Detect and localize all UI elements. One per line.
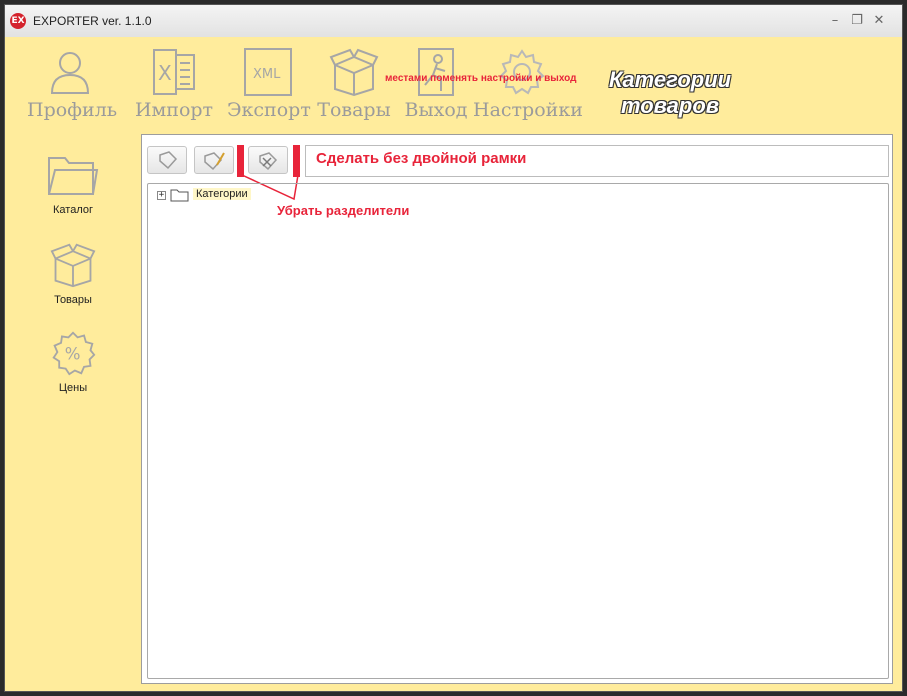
app-logo-icon: EX (10, 13, 26, 29)
person-icon (50, 52, 90, 94)
sidebar-item-goods[interactable]: Товары (5, 242, 141, 306)
folder-icon (48, 157, 99, 195)
toolbar-label: Экспорт (227, 99, 311, 121)
content-area: Сделать без двойной рамки Убрать раздели… (141, 134, 902, 691)
toolbar-goods-button[interactable]: Товары (315, 47, 393, 121)
edit-category-button[interactable] (194, 146, 234, 174)
toolbar-exit-button[interactable]: Выход (398, 47, 474, 121)
toolbar-import-button[interactable]: X Импорт (133, 47, 215, 121)
annotation-categories-heading: Категории товаров (608, 67, 732, 118)
box-icon (329, 48, 379, 97)
toolbar-label: Импорт (134, 99, 214, 121)
close-icon[interactable]: ✕ (871, 13, 887, 29)
add-category-button[interactable] (147, 146, 187, 174)
title-bar[interactable]: EX EXPORTER ver. 1.1.0 – ❐ ✕ (5, 5, 902, 38)
annotation-frame-note: Сделать без двойной рамки (316, 150, 527, 167)
sidebar-item-label: Каталог (53, 204, 93, 216)
sidebar-item-catalog[interactable]: Каталог (5, 152, 141, 216)
minimize-icon[interactable]: – (827, 13, 843, 29)
sidebar-item-label: Товары (54, 294, 92, 306)
toolbar-label: Выход (404, 99, 468, 121)
category-tree[interactable]: + Категории (147, 183, 889, 679)
svg-text:XML: XML (253, 67, 281, 82)
main-toolbar: Профиль X Импорт XML Экспорт Товары Выхо… (5, 37, 902, 134)
sidebar: Каталог Товары % Цены (5, 134, 141, 691)
tag-edit-icon (204, 152, 225, 171)
app-window: EX EXPORTER ver. 1.1.0 – ❐ ✕ Профиль X И… (4, 4, 903, 692)
xml-icon: XML (244, 48, 292, 96)
toolbar-settings-button[interactable]: Настройки (473, 47, 583, 121)
svg-text:%: % (65, 344, 81, 363)
window-title: EXPORTER ver. 1.1.0 (33, 14, 152, 28)
tag-delete-icon (259, 152, 278, 171)
gear-icon (499, 49, 545, 95)
annotation-swap-note: местами поменять настройки и выход (385, 73, 577, 84)
tag-add-icon (159, 151, 178, 170)
sidebar-item-prices[interactable]: % Цены (5, 330, 141, 394)
toolbar-profile-button[interactable]: Профиль (27, 47, 118, 121)
toolbar-label: Товары (317, 99, 391, 121)
folder-icon (170, 189, 189, 202)
delete-category-button[interactable] (248, 146, 288, 174)
toolbar-label: Настройки (473, 99, 583, 121)
svg-text:X: X (158, 61, 172, 85)
tree-node-label: Категории (193, 188, 251, 200)
box-icon (50, 243, 96, 288)
excel-icon: X (153, 49, 195, 95)
expand-icon[interactable]: + (157, 191, 166, 200)
categories-panel: Сделать без двойной рамки Убрать раздели… (141, 134, 893, 684)
sidebar-item-label: Цены (58, 382, 88, 394)
toolbar-export-button[interactable]: XML Экспорт (227, 47, 311, 121)
toolbar-label: Профиль (27, 99, 118, 121)
restore-icon[interactable]: ❐ (849, 13, 865, 29)
exit-door-icon (418, 48, 454, 96)
percent-badge-icon: % (52, 331, 96, 376)
